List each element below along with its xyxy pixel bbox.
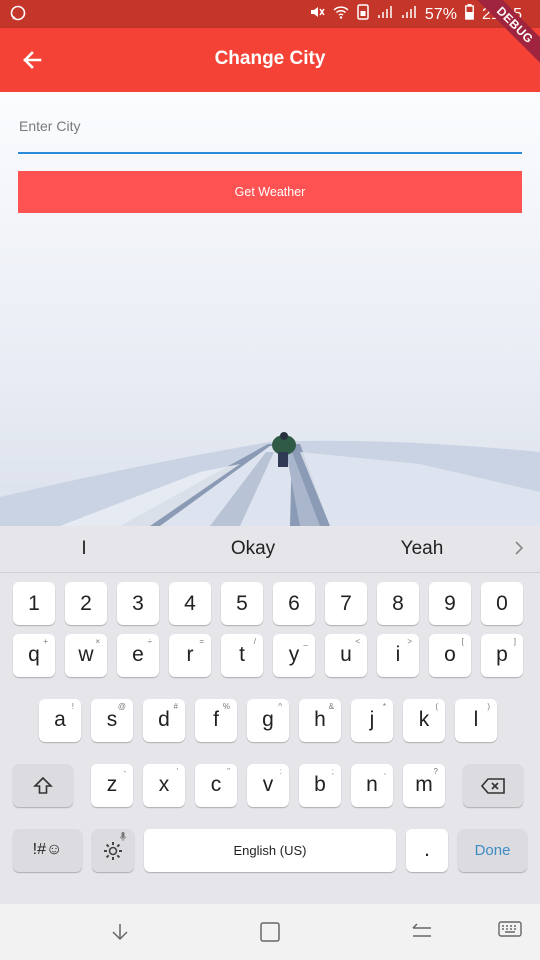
key-alt-symbol: ?	[433, 767, 438, 776]
key-alt-symbol: ^	[278, 702, 282, 711]
signal-icon	[377, 5, 393, 24]
key-8[interactable]: 8	[377, 582, 419, 625]
space-key[interactable]: English (US)	[144, 829, 396, 872]
key-f[interactable]: f%	[195, 699, 237, 742]
key-5[interactable]: 5	[221, 582, 263, 625]
key-k[interactable]: k(	[403, 699, 445, 742]
key-alt-symbol: *	[382, 702, 386, 711]
key-j[interactable]: j *	[351, 699, 393, 742]
key-b[interactable]: b;	[299, 764, 341, 807]
key-alt-symbol: +	[43, 637, 48, 646]
key-alt-symbol: ;	[331, 767, 334, 776]
key-alt-symbol: [	[461, 637, 464, 646]
key-alt-symbol: _	[303, 637, 308, 646]
key-d[interactable]: d #	[143, 699, 185, 742]
key-alt-symbol: <	[355, 637, 360, 646]
sim-icon	[357, 4, 369, 25]
key-alt-symbol: %	[222, 702, 230, 711]
suggestion-1[interactable]: I	[4, 538, 164, 560]
page-title: Change City	[214, 48, 326, 69]
city-input[interactable]: Enter City	[19, 118, 80, 134]
key-alt-symbol: =	[199, 637, 204, 646]
symbols-key[interactable]: !#☺	[13, 829, 82, 872]
wifi-icon	[333, 4, 349, 25]
key-7[interactable]: 7	[325, 582, 367, 625]
city-input-underline	[18, 152, 522, 154]
key-i[interactable]: i >	[377, 634, 419, 677]
mute-icon	[309, 4, 325, 25]
key-alt-symbol: )	[487, 702, 490, 711]
key-n[interactable]: n,	[351, 764, 393, 807]
battery-percent: 57%	[424, 5, 457, 23]
get-weather-button[interactable]: Get Weather	[18, 171, 522, 213]
key-y[interactable]: y _	[273, 634, 315, 677]
backspace-key[interactable]	[463, 764, 523, 807]
navigation-bar	[0, 904, 540, 960]
settings-key[interactable]	[92, 829, 134, 872]
key-s[interactable]: s @	[91, 699, 133, 742]
key-x[interactable]: x '	[143, 764, 185, 807]
keyboard-icon[interactable]	[498, 920, 522, 945]
key-alt-symbol: &	[328, 702, 334, 711]
key-r[interactable]: r =	[169, 634, 211, 677]
key-l[interactable]: l)	[455, 699, 497, 742]
key-9[interactable]: 9	[429, 582, 471, 625]
key-4[interactable]: 4	[169, 582, 211, 625]
key-h[interactable]: h &	[299, 699, 341, 742]
key-alt-symbol: '	[176, 767, 178, 776]
backspace-icon	[480, 778, 505, 799]
key-alt-symbol: /	[253, 637, 256, 646]
key-z[interactable]: z-	[91, 764, 133, 807]
key-e[interactable]: e ÷	[117, 634, 159, 677]
shift-key[interactable]	[13, 764, 73, 807]
key-t[interactable]: t /	[221, 634, 263, 677]
key-alt-symbol: #	[173, 702, 178, 711]
chevron-right-icon[interactable]	[514, 540, 524, 561]
key-g[interactable]: g ^	[247, 699, 289, 742]
key-alt-symbol: !	[71, 702, 74, 711]
key-alt-symbol: -	[123, 767, 126, 776]
key-0[interactable]: 0	[481, 582, 523, 625]
key-1[interactable]: 1	[13, 582, 55, 625]
key-alt-symbol: ×	[95, 637, 100, 646]
key-p[interactable]: p]	[481, 634, 523, 677]
key-alt-symbol: ]	[513, 637, 516, 646]
back-icon[interactable]	[410, 920, 434, 949]
key-o[interactable]: o[	[429, 634, 471, 677]
key-q[interactable]: q +	[13, 634, 55, 677]
keyboard: I Okay Yeah 1 2 3 4 5 6 7 8 9 0 q + w × e ÷ r = t / y _ u < i > o[…	[0, 526, 540, 904]
key-a[interactable]: a!	[39, 699, 81, 742]
key-alt-symbol: @	[117, 702, 126, 711]
snow-road-image	[0, 432, 540, 526]
key-alt-symbol: :	[279, 767, 282, 776]
done-key[interactable]: Done	[458, 829, 527, 872]
key-w[interactable]: w ×	[65, 634, 107, 677]
key-alt-symbol: >	[407, 637, 412, 646]
battery-icon	[465, 4, 474, 25]
key-v[interactable]: v:	[247, 764, 289, 807]
key-6[interactable]: 6	[273, 582, 315, 625]
key-alt-symbol: (	[435, 702, 438, 711]
app-bar: Change City	[0, 28, 540, 92]
shift-arrow-icon	[33, 776, 53, 801]
key-alt-symbol: ÷	[147, 637, 152, 646]
signal-icon-2	[401, 5, 417, 24]
suggestion-2[interactable]: Okay	[173, 538, 333, 560]
background-scene: Enter City Get Weather	[0, 92, 540, 526]
key-u[interactable]: u <	[325, 634, 367, 677]
status-bar: 57% 21:45	[0, 0, 540, 28]
key-2[interactable]: 2	[65, 582, 107, 625]
suggestion-bar: I Okay Yeah	[0, 526, 540, 573]
key-c[interactable]: c "	[195, 764, 237, 807]
key-alt-symbol: "	[227, 767, 230, 776]
suggestion-3[interactable]: Yeah	[342, 538, 502, 560]
hide-keyboard-icon[interactable]	[108, 920, 132, 949]
key-3[interactable]: 3	[117, 582, 159, 625]
key-alt-symbol: ,	[383, 767, 386, 776]
gear-icon	[102, 840, 124, 867]
recent-apps-icon[interactable]	[258, 920, 282, 949]
whatsapp-icon	[10, 5, 26, 26]
period-key[interactable]: .	[406, 829, 448, 872]
key-m[interactable]: m?	[403, 764, 445, 807]
